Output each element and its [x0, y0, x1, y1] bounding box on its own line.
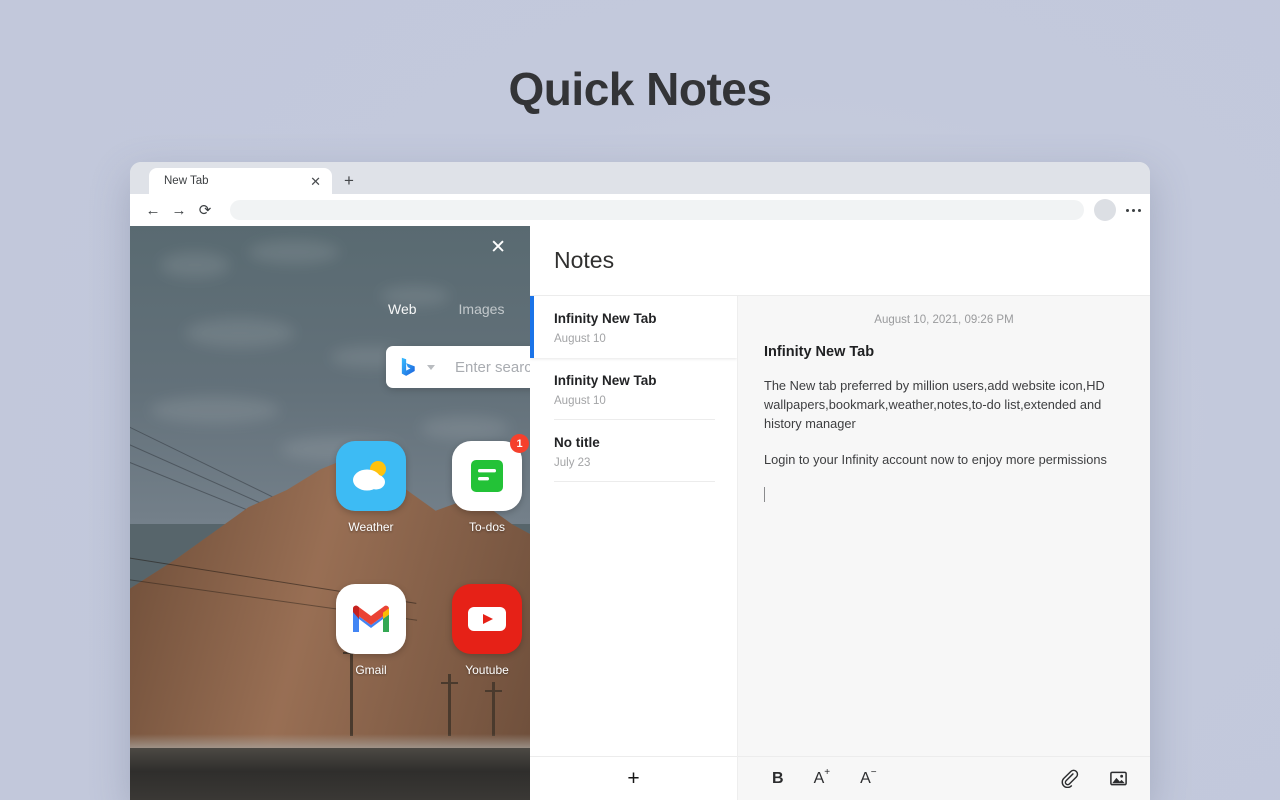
cloud-shape — [248, 240, 340, 264]
search-tab-images[interactable]: Images — [459, 301, 505, 317]
notes-header: Notes — [530, 226, 1150, 296]
notes-panel: Notes Infinity New Tab August 10 Infinit… — [530, 226, 1150, 800]
app-todos[interactable]: 1 To-dos — [429, 434, 530, 534]
note-paragraph: The New tab preferred by million users,a… — [764, 378, 1105, 432]
note-item-title: Infinity New Tab — [554, 373, 657, 388]
search-input[interactable]: Enter search — [455, 359, 530, 376]
decrease-font-button[interactable]: A − — [860, 767, 877, 787]
back-icon[interactable]: ← — [140, 197, 166, 223]
browser-window: New Tab ✕ + ← → ⟳ ✕ Web Images Enter sea… — [130, 162, 1150, 800]
gmail-icon[interactable] — [336, 584, 406, 654]
youtube-icon[interactable] — [452, 584, 522, 654]
cloud-shape — [420, 416, 510, 440]
utility-pole — [485, 682, 502, 736]
cloud-shape — [150, 396, 280, 424]
list-item[interactable]: Infinity New Tab August 10 — [530, 358, 737, 420]
bing-icon[interactable] — [400, 357, 418, 377]
decrease-font-sup: − — [870, 767, 877, 778]
app-label: Youtube — [465, 663, 509, 677]
note-icon — [471, 460, 503, 492]
gmail-m-icon — [353, 605, 389, 632]
increase-font-sup: + — [824, 767, 831, 778]
address-bar[interactable] — [230, 200, 1084, 220]
note-title: Infinity New Tab — [764, 344, 875, 360]
notes-title: Notes — [554, 247, 615, 273]
note-list: Infinity New Tab August 10 Infinity New … — [530, 296, 738, 800]
chevron-down-icon[interactable] — [427, 364, 435, 370]
app-label: To-dos — [468, 520, 506, 534]
paperclip-glyph — [1061, 769, 1079, 788]
note-item-title: No title — [554, 435, 600, 450]
new-tab-button[interactable]: + — [344, 172, 354, 189]
note-paragraph: Login to your Infinity account now to en… — [764, 451, 1107, 467]
app-label: Weather — [348, 520, 394, 534]
browser-content: ✕ Web Images Enter searc Weather 1 To-do… — [130, 226, 1150, 800]
decrease-font-letter: A — [860, 769, 871, 787]
note-item-date: July 23 — [554, 457, 591, 469]
format-toolbar: B A + A − — [738, 756, 1150, 800]
app-grid: Weather 1 To-dos Gmail Youtube — [313, 434, 530, 677]
text-cursor — [764, 485, 1124, 507]
app-weather[interactable]: Weather — [313, 441, 429, 534]
app-youtube[interactable]: Youtube — [429, 584, 530, 677]
cloud-shape — [185, 318, 295, 348]
note-item-date: August 10 — [554, 333, 606, 345]
note-list-items: Infinity New Tab August 10 Infinity New … — [530, 296, 737, 756]
browser-menu-icon[interactable] — [1116, 208, 1150, 212]
increase-font-letter: A — [813, 769, 825, 787]
browser-tab-title: New Tab — [164, 175, 209, 187]
avatar[interactable] — [1094, 199, 1116, 221]
status-badge: 1 — [510, 434, 529, 453]
image-glyph — [1110, 771, 1127, 786]
app-label: Gmail — [355, 663, 387, 677]
list-item[interactable]: Infinity New Tab August 10 — [530, 296, 737, 358]
tab-strip: New Tab ✕ + — [130, 162, 1150, 194]
close-icon[interactable]: ✕ — [490, 238, 506, 257]
newtab-wallpaper: ✕ Web Images Enter searc Weather 1 To-do… — [130, 226, 530, 800]
paperclip-icon[interactable] — [1060, 769, 1079, 788]
note-item-title: Infinity New Tab — [554, 311, 657, 326]
browser-toolbar: ← → ⟳ — [130, 194, 1150, 226]
play-button-icon — [468, 607, 506, 631]
search-box[interactable]: Enter search — [386, 346, 530, 388]
forward-icon[interactable]: → — [166, 197, 192, 223]
close-icon[interactable]: ✕ — [308, 175, 323, 188]
sun-cloud-icon — [353, 461, 386, 491]
reload-icon[interactable]: ⟳ — [192, 197, 218, 223]
browser-tab[interactable]: New Tab ✕ — [149, 168, 332, 194]
utility-pole — [441, 674, 458, 736]
note-detail: August 10, 2021, 09:26 PM Infinity New T… — [738, 296, 1150, 800]
note-list-footer: + — [530, 756, 737, 800]
add-note-button[interactable]: + — [627, 768, 639, 789]
cloud-shape — [160, 252, 230, 278]
todos-icon[interactable]: 1 — [452, 434, 529, 511]
increase-font-button[interactable]: A + — [813, 767, 831, 787]
note-editor[interactable]: August 10, 2021, 09:26 PM Infinity New T… — [738, 296, 1150, 756]
list-item[interactable]: No title July 23 — [530, 420, 737, 482]
search-tab-web[interactable]: Web — [388, 301, 417, 317]
road-shape — [130, 748, 530, 800]
bold-button[interactable]: B — [772, 770, 784, 787]
note-item-date: August 10 — [554, 395, 606, 407]
note-timestamp: August 10, 2021, 09:26 PM — [874, 314, 1014, 326]
search-tabs: Web Images — [388, 301, 504, 317]
notes-body: Infinity New Tab August 10 Infinity New … — [530, 296, 1150, 800]
image-icon[interactable] — [1109, 769, 1128, 788]
weather-icon[interactable] — [336, 441, 406, 511]
app-gmail[interactable]: Gmail — [313, 584, 429, 677]
divider — [554, 481, 715, 482]
page-title: Quick Notes — [508, 63, 772, 115]
